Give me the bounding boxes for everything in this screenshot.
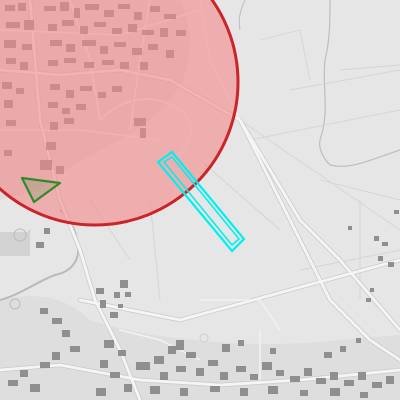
map-view[interactable] — [0, 0, 400, 400]
map-canvas[interactable] — [0, 0, 400, 400]
